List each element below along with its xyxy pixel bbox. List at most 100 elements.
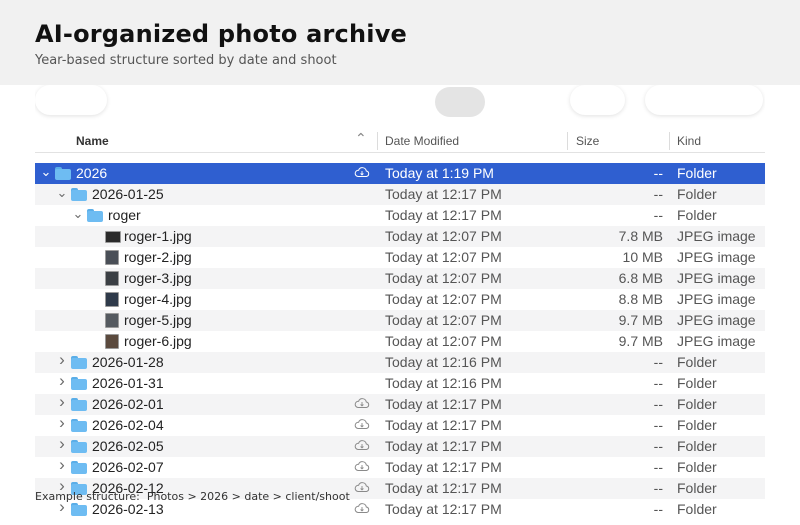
item-size: 7.8 MB (618, 228, 663, 244)
column-divider[interactable] (567, 132, 568, 150)
folder-icon (71, 419, 87, 432)
disclosure-collapsed-icon[interactable]: › (55, 455, 69, 475)
item-name: 2026 (76, 165, 108, 181)
item-kind: Folder (677, 459, 717, 475)
column-header-name[interactable]: Name (76, 134, 109, 148)
icloud-download-icon[interactable] (354, 460, 370, 472)
icloud-download-icon[interactable] (354, 418, 370, 430)
item-kind: Folder (677, 501, 717, 517)
item-kind: JPEG image (677, 333, 756, 349)
image-thumbnail-icon (105, 271, 119, 286)
sort-ascending-icon[interactable]: ⌃ (355, 131, 367, 147)
item-date-modified: Today at 12:17 PM (385, 480, 502, 496)
column-divider[interactable] (669, 132, 670, 150)
item-date-modified: Today at 12:16 PM (385, 354, 502, 370)
item-size: -- (653, 417, 663, 433)
item-kind: Folder (677, 375, 717, 391)
item-name: 2026-02-07 (92, 459, 164, 475)
item-size: -- (653, 375, 663, 391)
icloud-download-icon[interactable] (354, 397, 370, 409)
icloud-download-icon[interactable] (354, 166, 370, 178)
disclosure-collapsed-icon[interactable]: › (55, 434, 69, 454)
item-date-modified: Today at 12:07 PM (385, 249, 502, 265)
item-kind: Folder (677, 438, 717, 454)
item-kind: JPEG image (677, 291, 756, 307)
item-date-modified: Today at 12:17 PM (385, 207, 502, 223)
item-date-modified: Today at 12:17 PM (385, 501, 502, 517)
item-kind: JPEG image (677, 249, 756, 265)
item-kind: Folder (677, 207, 717, 223)
folder-icon (71, 398, 87, 411)
column-header-date-modified[interactable]: Date Modified (385, 134, 459, 148)
folder-row[interactable]: › 2026-02-01 Today at 12:17 PM -- Folder (35, 392, 765, 415)
page-title: AI-organized photo archive (35, 20, 408, 48)
item-name: 2026-01-31 (92, 375, 164, 391)
folder-row[interactable]: ⌄ roger Today at 12:17 PM -- Folder (35, 205, 765, 226)
item-kind: JPEG image (677, 228, 756, 244)
image-thumbnail-icon (105, 313, 119, 328)
icloud-download-icon[interactable] (354, 439, 370, 451)
item-size: -- (653, 396, 663, 412)
item-name: roger-3.jpg (124, 270, 192, 286)
folder-icon (71, 188, 87, 201)
column-header-kind[interactable]: Kind (677, 134, 701, 148)
item-kind: Folder (677, 480, 717, 496)
folder-row[interactable]: › 2026-01-31 Today at 12:16 PM -- Folder (35, 371, 765, 394)
folder-row[interactable]: › 2026-02-05 Today at 12:17 PM -- Folder (35, 434, 765, 457)
folder-icon (71, 356, 87, 369)
column-header-size[interactable]: Size (576, 134, 599, 148)
item-name: roger-2.jpg (124, 249, 192, 265)
toolbar-button-view[interactable] (435, 87, 485, 117)
item-date-modified: Today at 12:07 PM (385, 270, 502, 286)
file-row[interactable]: roger-5.jpg Today at 12:07 PM 9.7 MB JPEG i… (35, 310, 765, 331)
item-size: -- (653, 186, 663, 202)
disclosure-collapsed-icon[interactable]: › (55, 392, 69, 412)
file-row[interactable]: roger-1.jpg Today at 12:07 PM 7.8 MB JPEG i… (35, 226, 765, 247)
folder-row[interactable]: › 2026-02-07 Today at 12:17 PM -- Folder (35, 455, 765, 478)
item-name: 2026-02-05 (92, 438, 164, 454)
item-kind: Folder (677, 186, 717, 202)
toolbar-button-share[interactable] (570, 85, 625, 115)
disclosure-collapsed-icon[interactable]: › (55, 350, 69, 370)
icloud-download-icon[interactable] (354, 481, 370, 493)
folder-row[interactable]: ⌄ 2026-01-25 Today at 12:17 PM -- Folder (35, 184, 765, 205)
disclosure-collapsed-icon[interactable]: › (55, 413, 69, 433)
item-name: roger-1.jpg (124, 228, 192, 244)
item-kind: Folder (677, 396, 717, 412)
item-kind: JPEG image (677, 270, 756, 286)
item-name: roger (108, 207, 141, 223)
page-subtitle: Year-based structure sorted by date and … (35, 53, 337, 68)
item-size: 10 MB (622, 249, 663, 265)
column-header-bar: Name ⌃ Date Modified Size Kind (35, 129, 765, 153)
toolbar-button-navigation[interactable] (35, 85, 107, 115)
item-date-modified: Today at 12:17 PM (385, 417, 502, 433)
disclosure-expanded-icon[interactable]: ⌄ (55, 185, 69, 201)
file-list: ⌄ 2026 Today at 1:19 PM -- Folder ⌄ 2026-01-25… (35, 163, 765, 520)
folder-icon (55, 167, 71, 180)
icloud-download-icon[interactable] (354, 502, 370, 514)
column-divider[interactable] (377, 132, 378, 150)
folder-row[interactable]: › 2026-02-04 Today at 12:17 PM -- Folder (35, 413, 765, 436)
file-row[interactable]: roger-6.jpg Today at 12:07 PM 9.7 MB JPEG i… (35, 331, 765, 352)
disclosure-expanded-icon[interactable]: ⌄ (71, 206, 85, 222)
item-size: -- (653, 165, 663, 181)
item-size: -- (653, 207, 663, 223)
folder-icon (71, 503, 87, 516)
folder-icon (87, 209, 103, 222)
file-row[interactable]: roger-2.jpg Today at 12:07 PM 10 MB JPEG im… (35, 247, 765, 268)
disclosure-collapsed-icon[interactable]: › (55, 371, 69, 391)
item-name: 2026-01-25 (92, 186, 164, 202)
file-row[interactable]: roger-3.jpg Today at 12:07 PM 6.8 MB JPEG i… (35, 268, 765, 289)
disclosure-expanded-icon[interactable]: ⌄ (39, 164, 53, 180)
structure-caption: Example structure: Photos > 2026 > date … (35, 490, 350, 503)
folder-row[interactable]: › 2026-01-28 Today at 12:16 PM -- Folder (35, 350, 765, 373)
item-size: 8.8 MB (618, 291, 663, 307)
image-thumbnail-icon (105, 250, 119, 265)
item-size: -- (653, 459, 663, 475)
image-thumbnail-icon (105, 292, 119, 307)
image-thumbnail-icon (105, 231, 121, 243)
file-row[interactable]: roger-4.jpg Today at 12:07 PM 8.8 MB JPEG i… (35, 289, 765, 310)
item-date-modified: Today at 1:19 PM (385, 165, 494, 181)
toolbar-search-field[interactable] (645, 85, 763, 115)
folder-row[interactable]: ⌄ 2026 Today at 1:19 PM -- Folder (35, 163, 765, 184)
